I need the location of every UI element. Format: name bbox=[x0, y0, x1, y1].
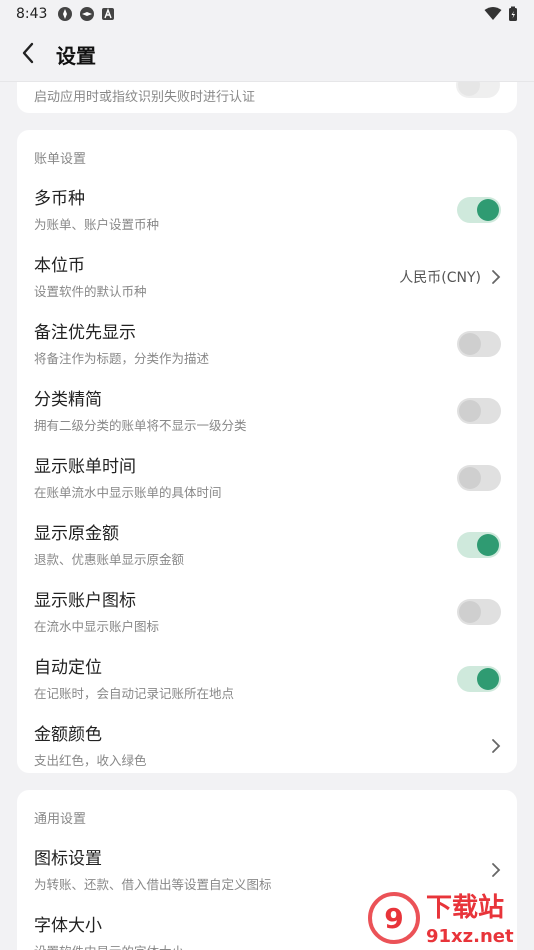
setting-row-simplify-category[interactable]: 分类精简 拥有二级分类的账单将不显示一级分类 bbox=[17, 377, 517, 444]
setting-subtitle: 将备注作为标题，分类作为描述 bbox=[34, 351, 210, 366]
toggle-knob bbox=[459, 600, 481, 623]
toggle-knob bbox=[477, 533, 499, 556]
setting-subtitle: 设置软件内显示的字体大小 bbox=[34, 941, 184, 950]
page-title: 设置 bbox=[56, 44, 96, 68]
show-bill-time-toggle[interactable] bbox=[457, 464, 501, 491]
setting-title: 分类精简 bbox=[34, 390, 102, 410]
site-watermark: 9 下载站 91xz.net bbox=[364, 888, 534, 950]
setting-title: 显示账单时间 bbox=[34, 457, 136, 477]
watermark-url: 91xz.net bbox=[426, 926, 514, 947]
chevron-right-icon bbox=[491, 269, 501, 285]
setting-row-auto-location[interactable]: 自动定位 在记账时，会自动记录记账所在地点 bbox=[17, 645, 517, 712]
setting-title: 自动定位 bbox=[34, 658, 102, 678]
setting-row-show-account-icon[interactable]: 显示账户图标 在流水中显示账户图标 bbox=[17, 578, 517, 645]
chevron-right-icon bbox=[491, 738, 501, 754]
setting-subtitle: 为转账、还款、借入借出等设置自定义图标 bbox=[34, 877, 272, 892]
show-account-icon-toggle[interactable] bbox=[457, 598, 501, 625]
toggle-knob bbox=[459, 332, 481, 355]
setting-title: 显示原金额 bbox=[34, 524, 119, 544]
setting-subtitle: 拥有二级分类的账单将不显示一级分类 bbox=[34, 418, 247, 433]
setting-row-note-first[interactable]: 备注优先显示 将备注作为标题，分类作为描述 bbox=[17, 310, 517, 377]
toggle-knob bbox=[459, 399, 481, 422]
setting-subtitle: 设置软件的默认币种 bbox=[34, 284, 147, 299]
status-system-icons bbox=[484, 6, 518, 22]
setting-title: 字体大小 bbox=[34, 916, 102, 936]
section-title: 账单设置 bbox=[34, 152, 87, 167]
base-currency-value: 人民币(CNY) bbox=[399, 269, 481, 286]
wifi-icon bbox=[484, 7, 502, 21]
setting-title: 多币种 bbox=[34, 189, 85, 209]
show-original-amount-toggle[interactable] bbox=[457, 531, 501, 558]
setting-row-multi-currency[interactable]: 多币种 为账单、账户设置币种 bbox=[17, 176, 517, 243]
setting-title: 金额颜色 bbox=[34, 725, 102, 745]
setting-subtitle: 为账单、账户设置币种 bbox=[34, 217, 160, 232]
setting-subtitle: 在记账时，会自动记录记账所在地点 bbox=[34, 686, 235, 701]
note-first-toggle[interactable] bbox=[457, 330, 501, 357]
setting-row-show-original-amount[interactable]: 显示原金额 退款、优惠账单显示原金额 bbox=[17, 511, 517, 578]
text-notification-icon bbox=[101, 7, 115, 21]
setting-row-show-bill-time[interactable]: 显示账单时间 在账单流水中显示账单的具体时间 bbox=[17, 444, 517, 511]
status-time: 8:43 bbox=[16, 6, 48, 22]
setting-title: 显示账户图标 bbox=[34, 591, 136, 611]
setting-title: 图标设置 bbox=[34, 849, 102, 869]
setting-subtitle: 退款、优惠账单显示原金额 bbox=[34, 552, 185, 567]
simplify-category-toggle[interactable] bbox=[457, 397, 501, 424]
app-header: 设置 bbox=[0, 28, 534, 82]
toggle-knob bbox=[477, 198, 499, 221]
status-notification-icons bbox=[57, 6, 115, 22]
auth-setting-subtitle: 启动应用时或指纹识别失败时进行认证 bbox=[34, 90, 256, 105]
auto-location-toggle[interactable] bbox=[457, 665, 501, 692]
svg-text:9: 9 bbox=[384, 902, 403, 935]
setting-title: 本位币 bbox=[34, 256, 85, 276]
section-title: 通用设置 bbox=[34, 812, 87, 827]
battery-icon bbox=[508, 6, 518, 22]
setting-row-base-currency[interactable]: 本位币 设置软件的默认币种 人民币(CNY) bbox=[17, 243, 517, 310]
app-notification-icon bbox=[57, 6, 73, 22]
app-notification-icon bbox=[79, 6, 95, 22]
chevron-right-icon bbox=[491, 862, 501, 878]
setting-title: 备注优先显示 bbox=[34, 323, 136, 343]
toggle-knob bbox=[477, 667, 499, 690]
setting-subtitle: 在流水中显示账户图标 bbox=[34, 619, 160, 634]
toggle-knob bbox=[459, 466, 481, 489]
multi-currency-toggle[interactable] bbox=[457, 196, 501, 223]
setting-subtitle: 在账单流水中显示账单的具体时间 bbox=[34, 485, 222, 500]
back-arrow-icon bbox=[21, 42, 35, 68]
bill-settings-card: 账单设置 多币种 为账单、账户设置币种 本位币 设置软件的默认币种 人民币(CN… bbox=[17, 130, 517, 773]
back-button[interactable] bbox=[0, 28, 56, 82]
watermark-text: 下载站 bbox=[426, 893, 504, 923]
setting-row-amount-color[interactable]: 金额颜色 支出红色，收入绿色 bbox=[17, 712, 517, 779]
setting-subtitle: 支出红色，收入绿色 bbox=[34, 753, 147, 768]
status-bar: 8:43 bbox=[0, 0, 534, 28]
